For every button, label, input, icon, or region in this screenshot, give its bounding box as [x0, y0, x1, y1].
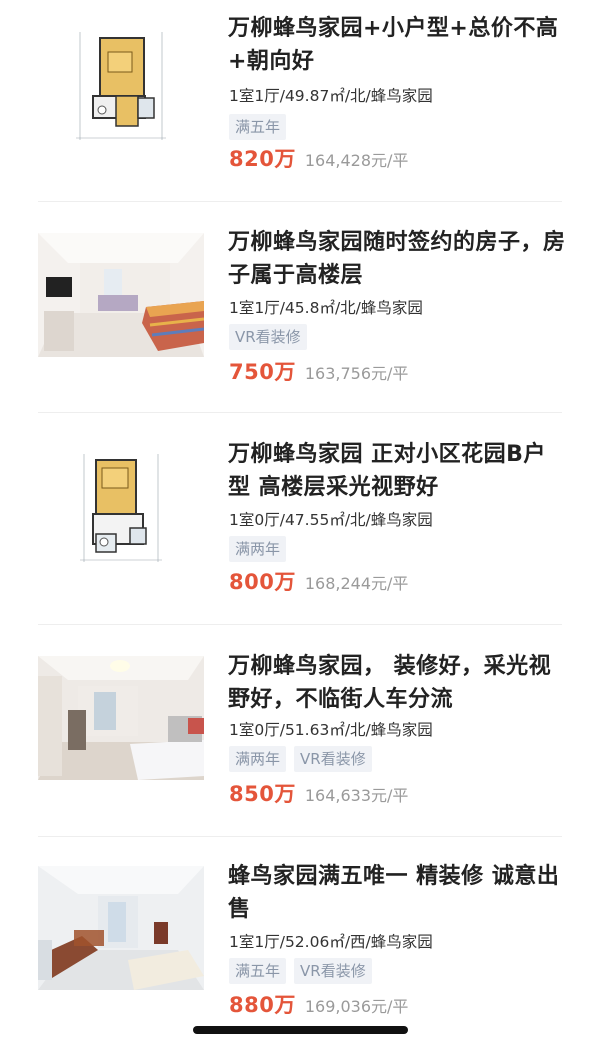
tag-badge: VR看装修 [294, 958, 372, 984]
unit-price: 169,036元/平 [304, 997, 409, 1016]
price-row: 850万 164,633元/平 [229, 778, 408, 808]
tag-badge: 满五年 [229, 958, 287, 984]
total-price: 850万 [229, 782, 296, 806]
tag-badge: 满两年 [229, 536, 287, 562]
total-price: 750万 [229, 360, 296, 384]
listing-specs: 1室1厅/49.87㎡/北/蜂鸟家园 [229, 87, 433, 105]
listing-tags: 满两年 [229, 536, 294, 562]
tag-badge: VR看装修 [294, 746, 372, 772]
tag-badge: 满五年 [229, 114, 287, 140]
listing-title[interactable]: 万柳蜂鸟家园 正对小区花园B户型 高楼层采光视野好 [228, 438, 568, 504]
listing-specs: 1室0厅/51.63㎡/北/蜂鸟家园 [229, 721, 433, 739]
tag-badge: 满两年 [229, 746, 287, 772]
divider [38, 201, 562, 202]
unit-price: 163,756元/平 [304, 364, 409, 383]
tag-badge: VR看装修 [229, 324, 307, 350]
floorplan-thumbnail[interactable] [38, 444, 204, 568]
listing-title[interactable]: 万柳蜂鸟家园， 装修好，采光视野好，不临街人车分流 [228, 650, 568, 716]
room-photo-thumbnail[interactable] [38, 233, 204, 357]
divider [38, 412, 562, 413]
listing-card-1[interactable]: 万柳蜂鸟家园+小户型+总价不高+朝向好 1室1厅/49.87㎡/北/蜂鸟家园 满… [0, 0, 600, 190]
listing-specs: 1室1厅/52.06㎡/西/蜂鸟家园 [229, 933, 433, 951]
listing-specs: 1室1厅/45.8㎡/北/蜂鸟家园 [229, 299, 423, 317]
room-photo-thumbnail[interactable] [38, 656, 204, 780]
listing-card-3[interactable]: 万柳蜂鸟家园 正对小区花园B户型 高楼层采光视野好 1室0厅/47.55㎡/北/… [0, 422, 600, 612]
home-indicator[interactable] [193, 1026, 408, 1034]
listing-tags: 满五年 VR看装修 [229, 958, 380, 984]
listing-specs: 1室0厅/47.55㎡/北/蜂鸟家园 [229, 511, 433, 529]
total-price: 820万 [229, 147, 296, 171]
listing-title[interactable]: 蜂鸟家园满五唯一 精装修 诚意出售 [228, 860, 568, 926]
unit-price: 164,633元/平 [304, 786, 409, 805]
listing-card-5[interactable]: 蜂鸟家园满五唯一 精装修 诚意出售 1室1厅/52.06㎡/西/蜂鸟家园 满五年… [0, 846, 600, 1036]
price-row: 750万 163,756元/平 [229, 356, 408, 386]
floorplan-thumbnail[interactable] [38, 22, 204, 146]
listing-card-4[interactable]: 万柳蜂鸟家园， 装修好，采光视野好，不临街人车分流 1室0厅/51.63㎡/北/… [0, 634, 600, 824]
listing-title[interactable]: 万柳蜂鸟家园随时签约的房子，房子属于高楼层 [228, 226, 568, 292]
price-row: 800万 168,244元/平 [229, 566, 408, 596]
listing-tags: VR看装修 [229, 324, 315, 350]
divider [38, 836, 562, 837]
listing-card-2[interactable]: 万柳蜂鸟家园随时签约的房子，房子属于高楼层 1室1厅/45.8㎡/北/蜂鸟家园 … [0, 212, 600, 402]
listing-tags: 满五年 [229, 114, 294, 140]
room-photo-thumbnail[interactable] [38, 866, 204, 990]
listing-title[interactable]: 万柳蜂鸟家园+小户型+总价不高+朝向好 [228, 12, 568, 78]
unit-price: 168,244元/平 [304, 574, 409, 593]
total-price: 800万 [229, 570, 296, 594]
price-row: 820万 164,428元/平 [229, 143, 408, 173]
listing-tags: 满两年 VR看装修 [229, 746, 380, 772]
unit-price: 164,428元/平 [304, 151, 409, 170]
divider [38, 624, 562, 625]
price-row: 880万 169,036元/平 [229, 989, 408, 1019]
total-price: 880万 [229, 993, 296, 1017]
